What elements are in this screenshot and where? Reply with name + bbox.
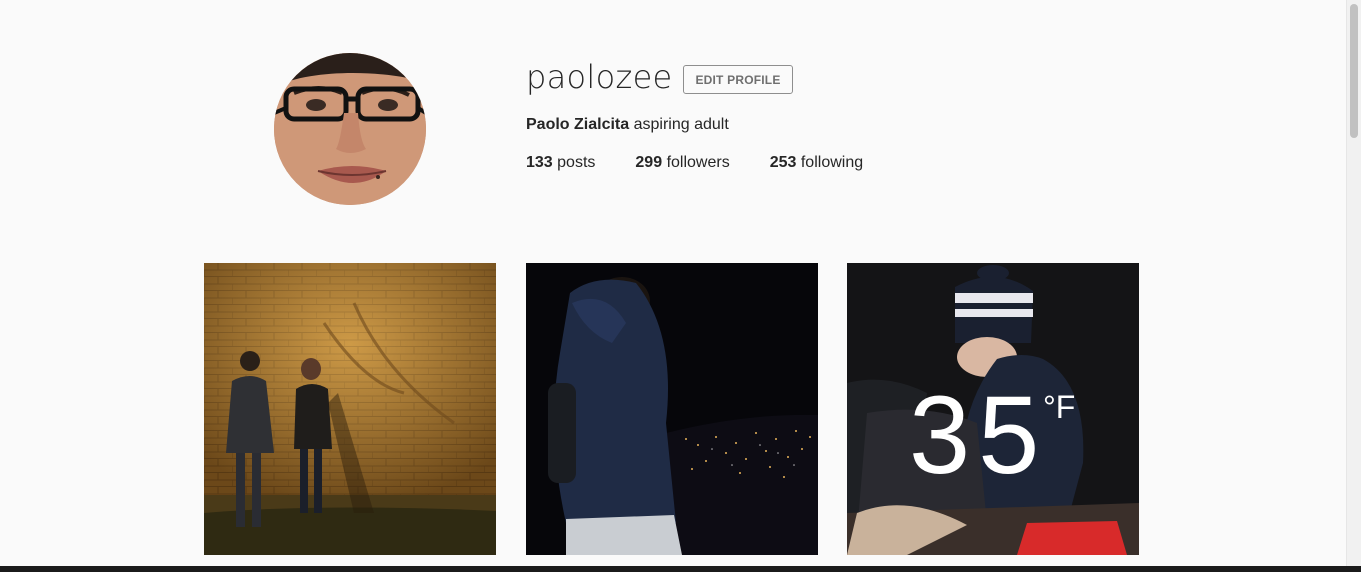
- stat-followers-count: 299: [635, 154, 663, 171]
- post-tile-2[interactable]: [526, 263, 818, 555]
- stat-posts-count: 133: [526, 154, 553, 171]
- post-tile-1[interactable]: [204, 263, 496, 555]
- full-name: Paolo Zialcita: [526, 116, 630, 133]
- edit-profile-button[interactable]: EDIT PROFILE: [683, 65, 793, 94]
- profile-stats: 133 posts 299 followers 253 following: [526, 154, 903, 172]
- bio-text: aspiring adult: [633, 116, 729, 133]
- bottom-bar: [0, 566, 1361, 572]
- stat-posts: 133 posts: [526, 154, 595, 172]
- stat-followers-label: followers: [666, 154, 730, 171]
- avatar[interactable]: [274, 53, 426, 205]
- temperature-unit: °F: [1043, 389, 1076, 425]
- scrollbar-thumb[interactable]: [1350, 4, 1358, 138]
- bio: Paolo Zialcita aspiring adult: [526, 116, 729, 134]
- stat-posts-label: posts: [557, 154, 596, 171]
- post-tile-3[interactable]: 35 °F: [847, 263, 1139, 555]
- scrollbar[interactable]: [1346, 0, 1361, 566]
- stat-followers[interactable]: 299 followers: [635, 154, 729, 172]
- stat-following[interactable]: 253 following: [770, 154, 863, 172]
- username: paolozee: [526, 58, 673, 96]
- temperature-overlay: 35: [909, 374, 1048, 497]
- stat-following-count: 253: [769, 154, 797, 171]
- stat-following-label: following: [800, 154, 864, 171]
